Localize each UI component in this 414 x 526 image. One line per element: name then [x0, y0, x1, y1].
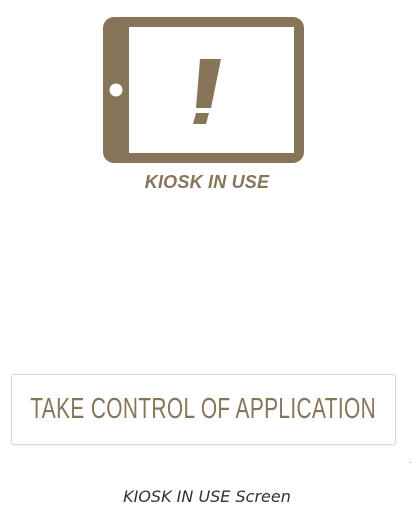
- take-control-button[interactable]: TAKE CONTROL OF APPLICATION: [11, 374, 396, 445]
- tablet-exclamation-icon: [103, 17, 304, 163]
- divider-dot: [409, 462, 411, 463]
- kiosk-in-use-label: KIOSK IN USE: [144, 172, 270, 192]
- screen-caption: KIOSK IN USE Screen: [123, 487, 291, 506]
- take-control-button-label: TAKE CONTROL OF APPLICATION: [30, 393, 377, 425]
